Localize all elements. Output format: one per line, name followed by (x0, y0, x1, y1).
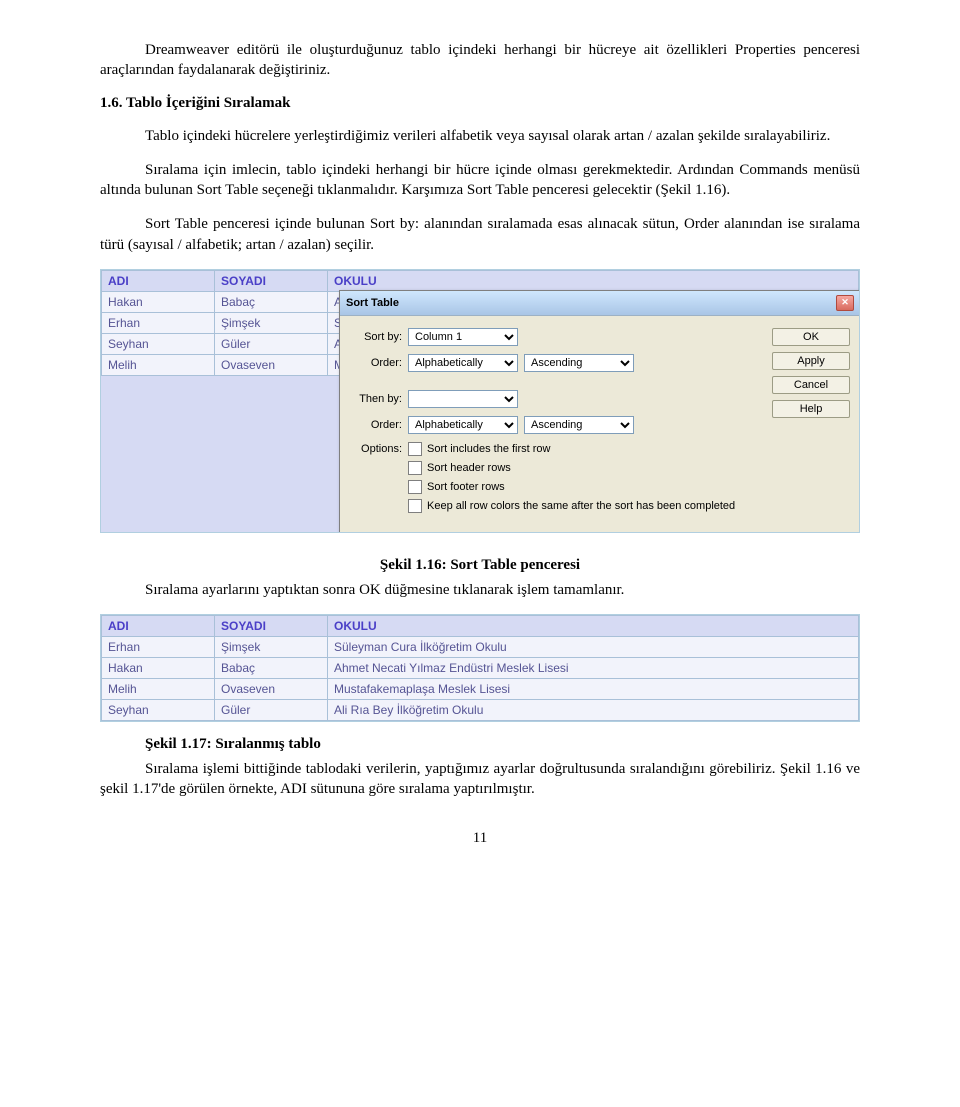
opt4-checkbox[interactable] (408, 499, 422, 513)
table-header-row: ADI SOYADI OKULU (102, 616, 859, 637)
th-adi: ADI (102, 616, 215, 637)
ok-button[interactable]: OK (772, 328, 850, 346)
opt3-checkbox[interactable] (408, 480, 422, 494)
table-row: HakanBabaçAhmet Necati Yılmaz Endüstri M… (102, 658, 859, 679)
thenby-label: Then by: (350, 393, 402, 405)
sortby-select[interactable]: Column 1 (408, 328, 518, 346)
section-heading: 1.6. Tablo İçeriğini Sıralamak (100, 95, 860, 112)
order2-type-select[interactable]: Alphabetically (408, 416, 518, 434)
sort-table-dialog: Sort Table ✕ Sort by: Column 1 Order: Al… (339, 290, 860, 533)
table-row: ErhanŞimşekSüleyman Cura İlköğretim Okul… (102, 637, 859, 658)
screenshot-sorted-table: ADI SOYADI OKULU ErhanŞimşekSüleyman Cur… (100, 614, 860, 722)
thenby-select[interactable] (408, 390, 518, 408)
page-number: 11 (100, 830, 860, 847)
apply-button[interactable]: Apply (772, 352, 850, 370)
th-soyadi: SOYADI (215, 616, 328, 637)
opt1-text: Sort includes the first row (427, 443, 551, 455)
dialog-titlebar: Sort Table ✕ (340, 291, 860, 316)
dialog-title-text: Sort Table (346, 297, 399, 309)
options-label: Options: (350, 443, 402, 455)
order-dir-select[interactable]: Ascending (524, 354, 634, 372)
cancel-button[interactable]: Cancel (772, 376, 850, 394)
table-row: MelihOvasevenMustafakemaplaşa Meslek Lis… (102, 679, 859, 700)
order-label: Order: (350, 357, 402, 369)
opt2-checkbox[interactable] (408, 461, 422, 475)
data-table-sorted: ADI SOYADI OKULU ErhanŞimşekSüleyman Cur… (101, 615, 859, 721)
th-soyadi: SOYADI (215, 270, 328, 291)
opt2-text: Sort header rows (427, 462, 511, 474)
paragraph-desc2: Sıralama için imlecin, tablo içindeki he… (100, 160, 860, 201)
help-button[interactable]: Help (772, 400, 850, 418)
order2-dir-select[interactable]: Ascending (524, 416, 634, 434)
opt1-checkbox[interactable] (408, 442, 422, 456)
opt4-text: Keep all row colors the same after the s… (427, 500, 735, 512)
order-type-select[interactable]: Alphabetically (408, 354, 518, 372)
screenshot-sort-table: ADI SOYADI OKULU HakanBabaçAh ErhanŞimşe… (100, 269, 860, 533)
th-adi: ADI (102, 270, 215, 291)
paragraph-intro: Dreamweaver editörü ile oluşturduğunuz t… (100, 40, 860, 81)
paragraph-desc1: Tablo içindeki hücrelere yerleştirdiğimi… (100, 126, 860, 146)
close-icon[interactable]: ✕ (836, 295, 854, 311)
th-okulu: OKULU (328, 270, 859, 291)
table-header-row: ADI SOYADI OKULU (102, 270, 859, 291)
order2-label: Order: (350, 419, 402, 431)
sortby-label: Sort by: (350, 331, 402, 343)
opt3-text: Sort footer rows (427, 481, 505, 493)
paragraph-desc3: Sort Table penceresi içinde bulunan Sort… (100, 214, 860, 255)
table-row: SeyhanGülerAli Rıa Bey İlköğretim Okulu (102, 700, 859, 721)
paragraph-after-fig1: Sıralama ayarlarını yaptıktan sonra OK d… (100, 580, 860, 600)
figure-caption-2: Şekil 1.17: Sıralanmış tablo (145, 736, 860, 753)
paragraph-after-fig2: Sıralama işlemi bittiğinde tablodaki ver… (100, 759, 860, 800)
th-okulu: OKULU (328, 616, 859, 637)
figure-caption-1: Şekil 1.16: Sort Table penceresi (100, 557, 860, 574)
